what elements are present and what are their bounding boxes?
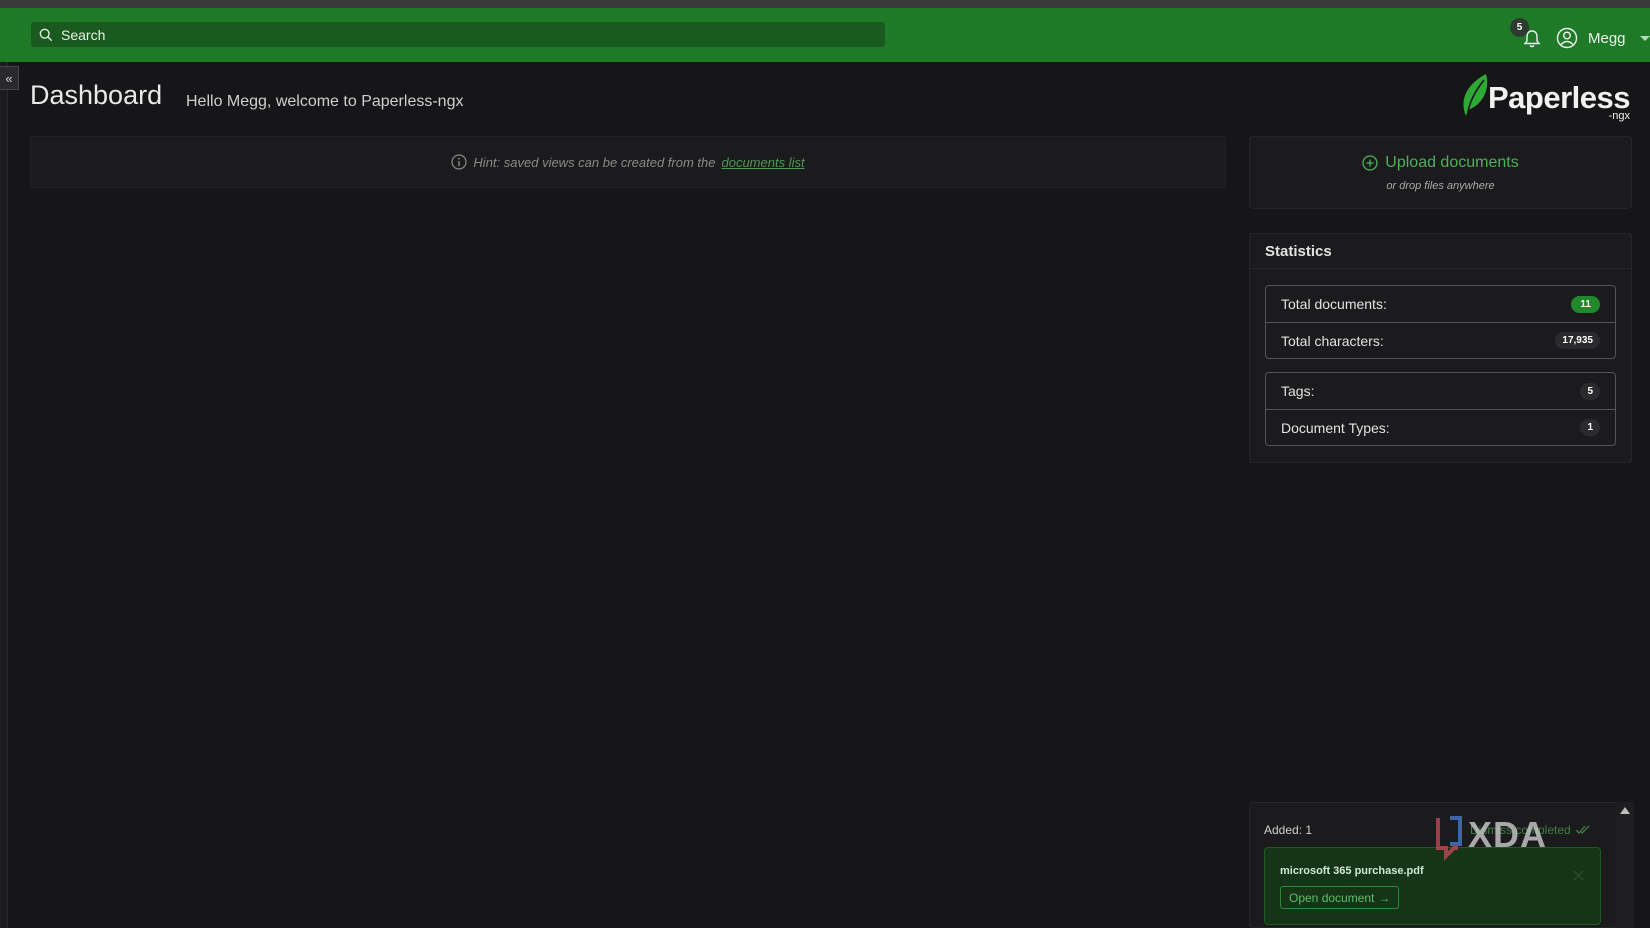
search-icon bbox=[39, 28, 53, 41]
documents-list-link[interactable]: documents list bbox=[721, 155, 804, 170]
stat-row-document-types[interactable]: Document Types: 1 bbox=[1266, 409, 1615, 445]
xda-watermark: XDA bbox=[1434, 812, 1584, 862]
sidebar-collapsed bbox=[0, 62, 8, 928]
info-icon bbox=[451, 154, 468, 170]
open-document-button[interactable]: Open document → bbox=[1280, 886, 1400, 909]
chevron-down-icon bbox=[1639, 35, 1650, 41]
stat-row-total-characters: Total characters: 17,935 bbox=[1266, 322, 1615, 358]
user-name: Megg bbox=[1588, 29, 1626, 47]
stat-value-badge: 11 bbox=[1571, 295, 1600, 313]
statistics-card: Statistics Total documents: 11 Total cha… bbox=[1249, 233, 1632, 463]
stat-value-badge: 17,935 bbox=[1555, 332, 1600, 349]
notifications-button[interactable] bbox=[1520, 26, 1544, 52]
stats-metadata-group: Tags: 5 Document Types: 1 bbox=[1265, 372, 1616, 446]
user-menu[interactable]: Megg bbox=[1556, 25, 1650, 51]
xda-wordmark: XDA bbox=[1468, 814, 1548, 855]
sidebar-expand-button[interactable]: « bbox=[0, 66, 19, 90]
scroll-up-arrow-icon[interactable] bbox=[1620, 807, 1630, 814]
top-navbar: Search 5 Megg bbox=[0, 8, 1650, 62]
close-icon[interactable]: ✕ bbox=[1571, 866, 1586, 887]
added-count: Added: 1 bbox=[1264, 823, 1313, 837]
page-title: Dashboard bbox=[30, 80, 163, 110]
hint-text: Hint: saved views can be created from th… bbox=[473, 154, 716, 170]
upload-label: Upload documents bbox=[1385, 154, 1519, 171]
stat-row-total-documents: Total documents: 11 bbox=[1266, 286, 1615, 322]
bell-icon bbox=[1523, 30, 1541, 48]
search-placeholder: Search bbox=[61, 26, 106, 43]
statistics-title: Statistics bbox=[1250, 234, 1631, 269]
status-scrollbar[interactable] bbox=[1616, 802, 1634, 928]
saved-views-hint: Hint: saved views can be created from th… bbox=[30, 136, 1226, 188]
window-top-strip bbox=[0, 0, 1650, 8]
user-avatar-icon bbox=[1556, 27, 1578, 49]
stats-documents-group: Total documents: 11 Total characters: 17… bbox=[1265, 285, 1616, 359]
app-logo: Paperless -ngx bbox=[1456, 72, 1634, 124]
upload-subtext: or drop files anywhere bbox=[1386, 180, 1495, 192]
stat-value-badge: 5 bbox=[1580, 382, 1600, 400]
stat-label: Total characters: bbox=[1281, 332, 1384, 349]
upload-card[interactable]: Upload documents or drop files anywhere bbox=[1249, 136, 1632, 209]
open-document-label: Open document bbox=[1289, 890, 1375, 905]
search-input[interactable]: Search bbox=[31, 22, 885, 47]
stat-label: Tags: bbox=[1281, 383, 1315, 399]
stat-row-tags[interactable]: Tags: 5 bbox=[1266, 373, 1615, 409]
arrow-right-icon: → bbox=[1378, 890, 1391, 905]
stat-value-badge: 1 bbox=[1580, 419, 1600, 436]
upload-documents-button[interactable]: Upload documents bbox=[1362, 154, 1519, 172]
welcome-message: Hello Megg, welcome to Paperless-ngx bbox=[186, 93, 464, 110]
logo-suffix: -ngx bbox=[1608, 110, 1630, 122]
stat-label: Document Types: bbox=[1281, 419, 1390, 436]
stat-label: Total documents: bbox=[1281, 296, 1387, 312]
uploaded-file-name: microsoft 365 purchase.pdf bbox=[1280, 865, 1424, 877]
plus-circle-icon bbox=[1362, 155, 1378, 171]
double-chevron-left-icon: « bbox=[5, 70, 13, 86]
